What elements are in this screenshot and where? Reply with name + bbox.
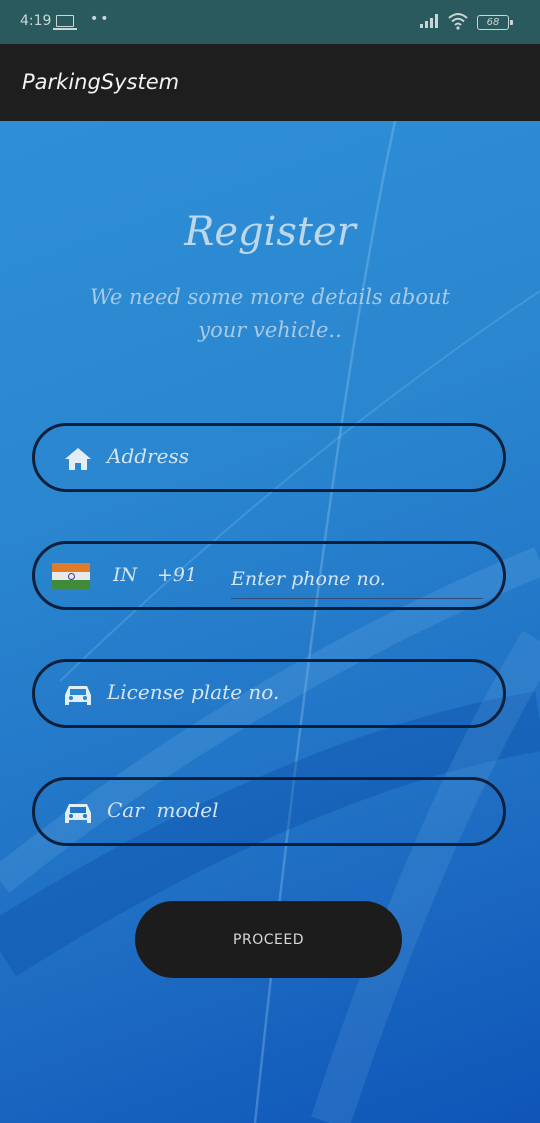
- license-plate-field[interactable]: License plate no.: [32, 659, 506, 728]
- car-icon: [65, 686, 91, 705]
- phone-field[interactable]: IN +91: [32, 541, 506, 610]
- app-bar: ParkingSystem: [0, 44, 540, 121]
- address-field[interactable]: Address: [32, 423, 506, 492]
- page-title: Register: [184, 209, 356, 255]
- car-model-placeholder: Car model: [107, 798, 219, 822]
- signal-icon: [420, 14, 438, 28]
- app-title: ParkingSystem: [22, 70, 180, 94]
- country-code[interactable]: IN: [113, 564, 137, 586]
- status-time: 4:19: [20, 13, 52, 29]
- car-model-field[interactable]: Car model: [32, 777, 506, 846]
- proceed-button[interactable]: PROCEED: [135, 901, 402, 978]
- more-notifications-icon: ••: [90, 11, 111, 27]
- phone-input[interactable]: [231, 560, 483, 599]
- battery-icon: 68: [477, 15, 513, 30]
- address-placeholder: Address: [107, 444, 189, 468]
- car-icon: [65, 804, 91, 823]
- wifi-icon: [448, 13, 468, 30]
- page-subtitle: We need some more details about your veh…: [90, 285, 450, 342]
- status-bar: 4:19 •• 68: [0, 0, 540, 44]
- dial-code[interactable]: +91: [157, 564, 197, 586]
- india-flag-icon[interactable]: [52, 563, 90, 589]
- laptop-icon: [53, 15, 77, 30]
- register-screen: Register We need some more details about…: [0, 121, 540, 1123]
- license-plate-placeholder: License plate no.: [107, 680, 280, 704]
- home-icon: [65, 448, 91, 470]
